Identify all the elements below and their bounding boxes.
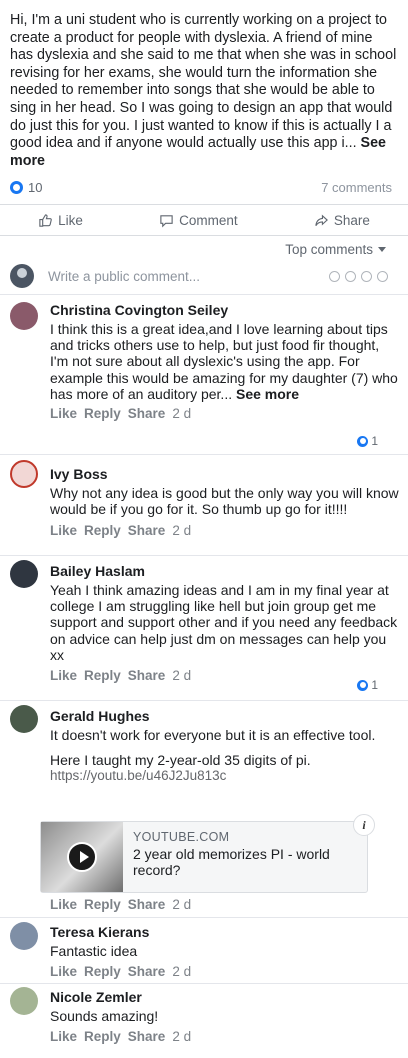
comment-share-button[interactable]: Share [128, 406, 166, 422]
emoji-icon[interactable] [329, 270, 340, 282]
comment-link[interactable]: https://youtu.be/u46J2Ju813c [50, 768, 400, 784]
like-label: Like [58, 212, 83, 228]
like-reaction-icon [357, 679, 369, 691]
comment-text: It doesn't work for everyone but it is a… [50, 727, 376, 743]
comment-text: Fantastic idea [50, 943, 138, 959]
avatar[interactable] [10, 705, 38, 733]
comment-button[interactable]: Comment [159, 213, 238, 228]
comment-reactions[interactable]: 1 [357, 434, 378, 448]
like-count[interactable]: 10 [10, 180, 42, 195]
comment-reply-button[interactable]: Reply [84, 668, 121, 684]
comment-reply-button[interactable]: Reply [84, 523, 121, 539]
top-comments-filter[interactable]: Top comments [285, 242, 386, 257]
avatar[interactable] [10, 560, 38, 588]
comment-share-button[interactable]: Share [128, 964, 166, 980]
card-site: YOUTUBE.COM [133, 830, 230, 844]
share-button[interactable]: Share [314, 213, 370, 228]
comment-input[interactable] [48, 264, 329, 288]
comment-like-button[interactable]: Like [50, 406, 77, 422]
comment-text: Yeah I think amazing ideas and I am in m… [50, 582, 398, 663]
divider [0, 555, 408, 556]
comment-actions: Like Reply Share 2 d [50, 406, 400, 422]
post-action-bar: Like Comment Share [0, 204, 408, 236]
comment-body: I think this is a great idea,and I love … [50, 321, 398, 402]
comment-timestamp: 2 d [172, 523, 192, 539]
reaction-count: 1 [371, 434, 378, 448]
comment-author[interactable]: Nicole Zemler [50, 989, 400, 1006]
comment-timestamp: 2 d [172, 406, 192, 422]
comment-text: Why not any idea is good but the only wa… [50, 485, 399, 518]
avatar [10, 264, 34, 288]
thumbs-up-icon [39, 213, 52, 227]
comment-text-secondary: Here I taught my 2-year-old 35 digits of… [50, 752, 311, 769]
comment-actions: Like Reply Share 2 d [50, 1029, 400, 1045]
comment-reply-button[interactable]: Reply [84, 964, 121, 980]
comment-text: Sounds amazing! [50, 1008, 159, 1024]
comment-timestamp: 2 d [172, 668, 192, 684]
avatar[interactable] [10, 460, 38, 488]
comment-share-button[interactable]: Share [128, 897, 166, 913]
like-reaction-icon [10, 181, 23, 194]
comment-label: Comment [179, 212, 238, 228]
comment-share-button[interactable]: Share [128, 523, 166, 539]
comment-reply-button[interactable]: Reply [84, 897, 121, 913]
link-preview-card[interactable]: YOUTUBE.COM 2 year old memorizes PI - wo… [40, 814, 375, 893]
comment-author[interactable]: Bailey Haslam [50, 563, 400, 580]
comment-share-button[interactable]: Share [128, 668, 166, 684]
comment-reactions[interactable]: 1 [357, 678, 378, 692]
comment-like-button[interactable]: Like [50, 964, 77, 980]
comment-actions: Like Reply Share 2 d [50, 964, 400, 980]
share-label: Share [333, 212, 370, 228]
comment-share-button[interactable]: Share [128, 1029, 166, 1045]
comment-like-button[interactable]: Like [50, 523, 77, 539]
post-text: Hi, I'm a uni student who is currently w… [10, 12, 398, 170]
comment-author[interactable]: Gerald Hughes [50, 708, 400, 725]
comment-icon [160, 214, 173, 227]
comment-timestamp: 2 d [172, 897, 192, 912]
see-more-link[interactable]: See more [236, 386, 299, 402]
comment-actions: Like Reply Share 2 d [50, 668, 400, 684]
share-arrow-icon [315, 214, 328, 226]
comment-author[interactable]: Christina Covington Seiley [50, 302, 400, 319]
gif-icon[interactable] [361, 270, 372, 282]
comment-text: I think this is a great idea,and I love … [50, 321, 400, 402]
divider [0, 454, 408, 455]
comment-actions: Like Reply Share 2 d [50, 897, 191, 913]
camera-icon[interactable] [345, 270, 356, 282]
comment-author[interactable]: Teresa Kierans [50, 924, 400, 941]
comment-actions: Like Reply Share 2 d [50, 523, 400, 539]
comment-like-button[interactable]: Like [50, 1029, 77, 1045]
card-title[interactable]: 2 year old memorizes PI - world record? [133, 846, 333, 878]
divider [0, 917, 408, 918]
top-comments-label: Top comments [285, 242, 373, 257]
comment-reply-button[interactable]: Reply [84, 406, 121, 422]
divider [0, 700, 408, 701]
like-button[interactable]: Like [38, 213, 83, 228]
comment-like-button[interactable]: Like [50, 897, 77, 913]
like-reaction-icon [357, 435, 369, 447]
comment-timestamp: 2 d [172, 964, 192, 980]
play-icon[interactable] [67, 842, 97, 872]
avatar[interactable] [10, 987, 38, 1015]
like-count-value: 10 [28, 180, 43, 195]
composer-tools [329, 270, 388, 282]
sticker-icon[interactable] [377, 270, 388, 282]
divider [0, 983, 408, 984]
avatar[interactable] [10, 302, 38, 330]
reaction-count: 1 [371, 678, 378, 692]
comment-author[interactable]: Ivy Boss [50, 466, 400, 483]
divider [0, 294, 408, 295]
comment-reply-button[interactable]: Reply [84, 1029, 121, 1045]
post-body: Hi, I'm a uni student who is currently w… [10, 12, 397, 152]
comment-count[interactable]: 7 comments [321, 180, 392, 195]
video-thumbnail[interactable] [41, 822, 123, 892]
chevron-down-icon [378, 247, 386, 252]
comment-composer [10, 262, 398, 290]
info-icon[interactable]: i [353, 814, 375, 836]
post-stats: 10 7 comments [10, 180, 396, 198]
avatar[interactable] [10, 922, 38, 950]
comment-timestamp: 2 d [172, 1029, 192, 1045]
comment-like-button[interactable]: Like [50, 668, 77, 684]
